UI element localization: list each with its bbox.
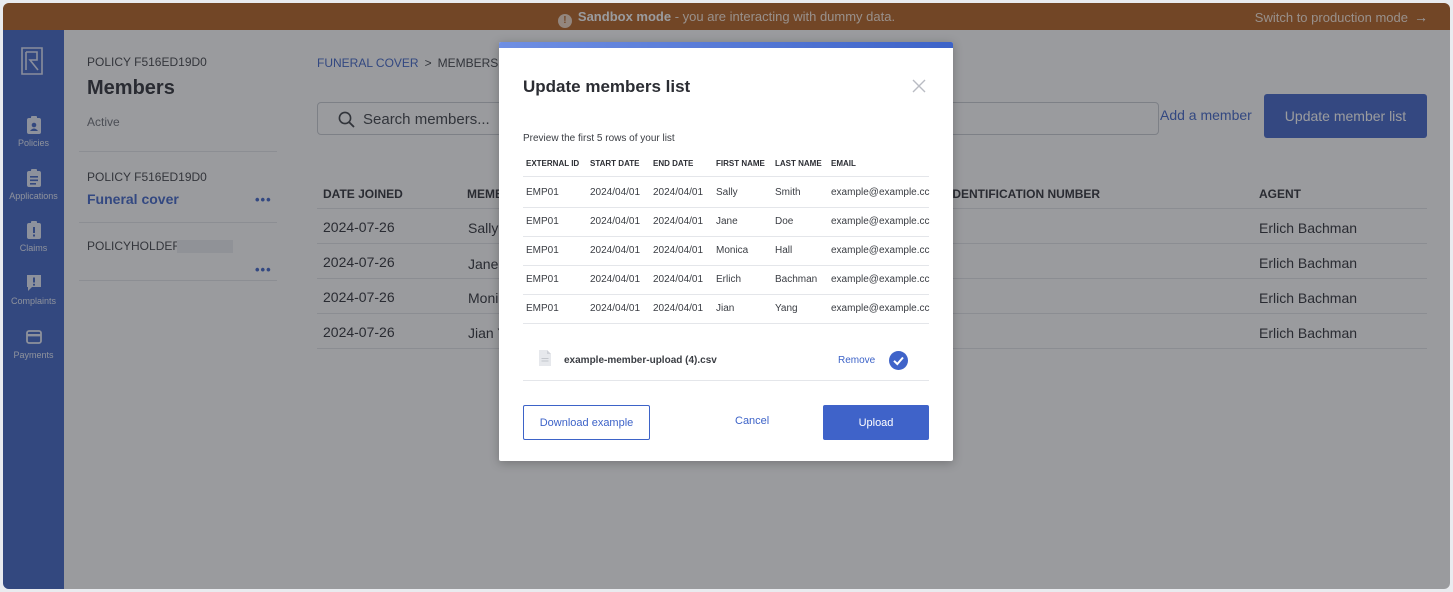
file-icon <box>539 350 551 366</box>
cancel-button[interactable]: Cancel <box>735 415 769 427</box>
preview-cell: 2024/04/01 <box>590 274 641 285</box>
preview-cell: EMP01 <box>526 245 559 256</box>
preview-divider <box>523 236 929 237</box>
preview-divider <box>523 323 929 324</box>
preview-header-external-id: EXTERNAL ID <box>526 159 580 168</box>
preview-divider <box>523 207 929 208</box>
check-circle-icon <box>889 351 908 370</box>
preview-cell: Monica <box>716 245 749 256</box>
preview-header-first-name: FIRST NAME <box>716 159 765 168</box>
preview-cell: 2024/04/01 <box>653 274 704 285</box>
preview-cell: Sally <box>716 187 738 198</box>
preview-cell: Jane <box>716 216 738 227</box>
preview-divider <box>523 294 929 295</box>
preview-cell: 2024/04/01 <box>590 187 641 198</box>
preview-cell: example@example.cc <box>831 187 930 198</box>
preview-cell: 2024/04/01 <box>653 187 704 198</box>
preview-cell: Hall <box>775 245 793 256</box>
preview-header-last-name: LAST NAME <box>775 159 822 168</box>
update-members-dialog: Update members list Preview the first 5 … <box>499 42 953 461</box>
preview-cell: EMP01 <box>526 187 559 198</box>
preview-cell: 2024/04/01 <box>590 245 641 256</box>
preview-cell: EMP01 <box>526 274 559 285</box>
preview-cell: Yang <box>775 303 798 314</box>
preview-cell: 2024/04/01 <box>590 303 641 314</box>
preview-cell: EMP01 <box>526 216 559 227</box>
dialog-accent-bar <box>499 42 953 48</box>
preview-header-end-date: END DATE <box>653 159 694 168</box>
preview-header-start-date: START DATE <box>590 159 640 168</box>
close-icon[interactable] <box>911 78 927 94</box>
dialog-title: Update members list <box>523 77 691 96</box>
preview-cell: 2024/04/01 <box>653 216 704 227</box>
preview-header-email: EMAIL <box>831 159 856 168</box>
upload-button[interactable]: Upload <box>823 405 929 440</box>
preview-cell: example@example.cc <box>831 274 930 285</box>
preview-cell: 2024/04/01 <box>590 216 641 227</box>
app-window: ! Sandbox mode - you are interacting with… <box>3 3 1450 589</box>
preview-cell: example@example.cc <box>831 303 930 314</box>
preview-cell: example@example.cc <box>831 245 930 256</box>
preview-cell: Jian <box>716 303 735 314</box>
download-example-button[interactable]: Download example <box>523 405 650 440</box>
preview-cell: Bachman <box>775 274 818 285</box>
preview-cell: example@example.cc <box>831 216 930 227</box>
preview-caption: Preview the first 5 rows of your list <box>523 133 675 144</box>
preview-cell: 2024/04/01 <box>653 303 704 314</box>
preview-cell: Smith <box>775 187 801 198</box>
preview-divider <box>523 265 929 266</box>
uploaded-file-name: example-member-upload (4).csv <box>564 355 717 366</box>
preview-cell: Doe <box>775 216 794 227</box>
preview-cell: 2024/04/01 <box>653 245 704 256</box>
remove-file-link[interactable]: Remove <box>838 355 875 366</box>
preview-divider <box>523 176 929 177</box>
preview-cell: Erlich <box>716 274 742 285</box>
file-divider <box>523 380 929 381</box>
preview-cell: EMP01 <box>526 303 559 314</box>
